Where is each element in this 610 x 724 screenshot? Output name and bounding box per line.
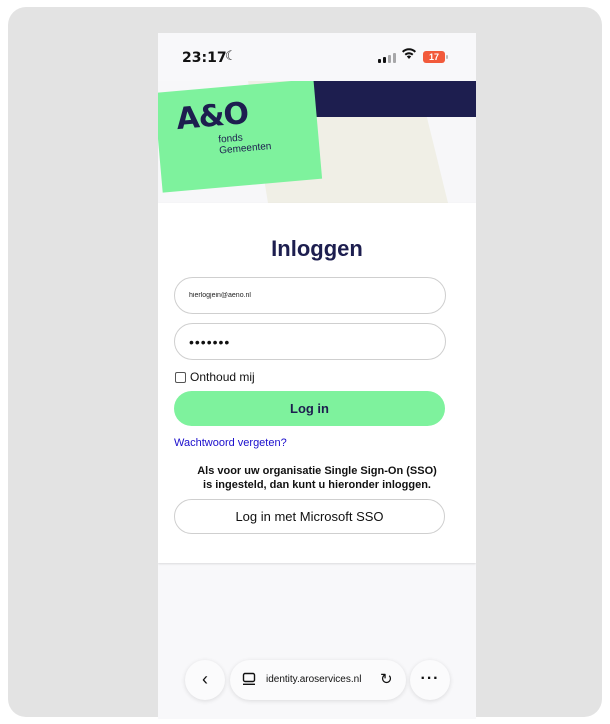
login-card: Inloggen Onthoud mij Log in Wachtwoord v… — [158, 203, 476, 563]
battery-icon: 17 — [423, 51, 448, 63]
sso-info-line2: is ingesteld, dan kunt u hieronder inlog… — [203, 479, 431, 491]
address-bar[interactable]: identity.aroservices.nl ↻ — [230, 660, 406, 700]
more-icon: ··· — [420, 670, 440, 687]
password-input[interactable] — [174, 323, 446, 360]
brand-subtitle: fonds Gemeenten — [218, 130, 272, 156]
remember-me-label: Onthoud mij — [190, 370, 255, 384]
page-title: Inloggen — [271, 236, 363, 261]
back-button[interactable]: ‹ — [185, 660, 225, 700]
signal-icon — [378, 53, 396, 63]
header-navy-band — [298, 81, 476, 117]
more-button[interactable]: ··· — [410, 660, 450, 700]
chevron-left-icon: ‹ — [202, 669, 208, 689]
reload-icon[interactable]: ↻ — [380, 670, 393, 688]
microsoft-sso-button[interactable]: Log in met Microsoft SSO — [174, 499, 445, 534]
browser-toolbar: ‹ identity.aroservices.nl ↻ ··· — [158, 639, 476, 719]
sso-info-line1: Als voor uw organisatie Single Sign-On (… — [197, 465, 437, 477]
logo-card: A&O fonds Gemeenten — [158, 81, 323, 193]
forgot-password-link[interactable]: Wachtwoord vergeten? — [174, 437, 287, 449]
status-bar: 23:17 ☾ 17 — [158, 33, 476, 81]
brand-logo: A&O — [174, 95, 250, 138]
email-input[interactable] — [174, 277, 446, 314]
screenshot-frame: 23:17 ☾ 17 A&O fonds Gemeenten Inloggen — [8, 7, 602, 719]
login-button[interactable]: Log in — [174, 391, 445, 426]
remember-me-checkbox[interactable] — [175, 371, 186, 383]
moon-icon: ☾ — [225, 48, 237, 63]
wifi-icon — [401, 47, 417, 63]
page-settings-icon — [242, 672, 256, 686]
phone-screen: 23:17 ☾ 17 A&O fonds Gemeenten Inloggen — [158, 33, 476, 719]
remember-me-option[interactable]: Onthoud mij — [175, 370, 255, 384]
url-text: identity.aroservices.nl — [266, 674, 362, 685]
sso-info-text: Als voor uw organisatie Single Sign-On (… — [168, 464, 466, 492]
brand-header: A&O fonds Gemeenten — [158, 81, 476, 203]
status-time: 23:17 — [182, 50, 227, 66]
